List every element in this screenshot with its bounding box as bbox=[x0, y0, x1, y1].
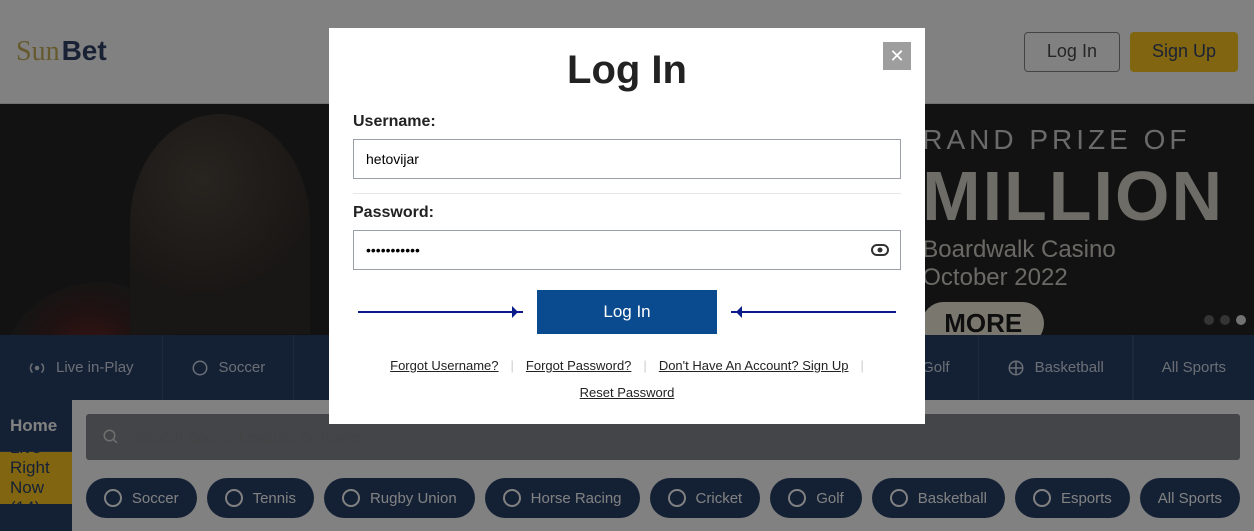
modal-title: Log In bbox=[353, 48, 901, 93]
password-wrapper bbox=[353, 230, 901, 270]
signup-link[interactable]: Don't Have An Account? Sign Up bbox=[659, 358, 849, 373]
username-section: Username: bbox=[353, 103, 901, 193]
password-input[interactable] bbox=[353, 230, 901, 270]
password-label: Password: bbox=[353, 204, 901, 222]
modal-links: Forgot Username? | Forgot Password? | Do… bbox=[353, 358, 901, 400]
username-label: Username: bbox=[353, 113, 901, 131]
reset-password-link[interactable]: Reset Password bbox=[580, 385, 675, 400]
arrow-right-icon bbox=[358, 311, 523, 313]
submit-row: Log In bbox=[353, 290, 901, 334]
username-input[interactable] bbox=[353, 139, 901, 179]
eye-icon[interactable] bbox=[871, 244, 889, 256]
divider: | bbox=[511, 358, 514, 373]
forgot-password-link[interactable]: Forgot Password? bbox=[526, 358, 632, 373]
divider: | bbox=[643, 358, 646, 373]
modal-overlay: ✕ Log In Username: Password: Log In Forg… bbox=[0, 0, 1254, 531]
close-icon[interactable]: ✕ bbox=[883, 42, 911, 70]
arrow-left-icon bbox=[731, 311, 896, 313]
forgot-username-link[interactable]: Forgot Username? bbox=[390, 358, 498, 373]
login-submit-button[interactable]: Log In bbox=[537, 290, 717, 334]
divider: | bbox=[860, 358, 863, 373]
password-section: Password: bbox=[353, 193, 901, 284]
login-modal: ✕ Log In Username: Password: Log In Forg… bbox=[329, 28, 925, 424]
